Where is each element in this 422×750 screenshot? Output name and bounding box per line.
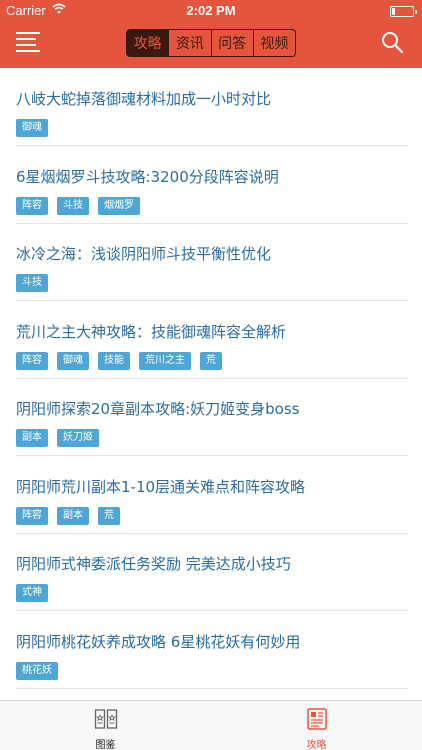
- app-header: Carrier 2:02 PM 攻略 资讯 问答 视频: [0, 0, 422, 68]
- article-tags: 桃花妖: [16, 661, 58, 680]
- article-item[interactable]: 阴阳师荒川副本1-10层通关难点和阵容攻略 阵容 副本荒: [0, 456, 422, 534]
- article-title[interactable]: 阴阳师荒川副本1-10层通关难点和阵容攻略: [16, 476, 305, 497]
- tag-badge[interactable]: 御魂: [16, 119, 48, 137]
- article-title[interactable]: 八岐大蛇掉落御魂材料加成一小时对比: [16, 88, 271, 109]
- tab-label: 资讯: [175, 36, 204, 52]
- tabbar-label: 攻略: [306, 740, 327, 750]
- divider: [16, 687, 408, 689]
- category-tabs: 攻略 资讯 问答 视频: [126, 29, 296, 57]
- article-item[interactable]: 冰冷之海：浅谈阴阳师斗技平衡性优化 斗技: [0, 223, 422, 301]
- tabbar-item-guides[interactable]: 攻略: [211, 701, 422, 750]
- article-title[interactable]: 阴阳师式神委派任务奖励 完美达成小技巧: [16, 553, 291, 574]
- article-item[interactable]: 6星烟烟罗斗技攻略:3200分段阵容说明 阵容 斗技 烟烟罗: [0, 146, 422, 224]
- tab-news[interactable]: 资讯: [169, 30, 212, 56]
- article-item[interactable]: 荒川之主大神攻略：技能御魂阵容全解析 阵容 御魂 技能 荒川之主荒: [0, 301, 422, 379]
- tag-badge[interactable]: 荒: [200, 351, 222, 370]
- tag-badge[interactable]: 副本: [16, 429, 48, 447]
- article-item[interactable]: 阴阳师探索20章副本攻略:妖刀姬变身boss 副本 妖刀姬: [0, 378, 422, 456]
- article-tags: 御魂: [16, 119, 48, 137]
- hamburger-menu-icon[interactable]: [16, 30, 46, 52]
- article-item[interactable]: 阴阳师桃花妖养成攻略 6星桃花妖有何妙用 桃花妖: [0, 611, 422, 689]
- tag-badge[interactable]: 副本: [57, 506, 89, 525]
- tag-badge[interactable]: 斗技: [57, 196, 89, 215]
- tabbar-label: 图鉴: [95, 740, 116, 750]
- article-tags: 阵容 斗技 烟烟罗: [16, 196, 140, 215]
- tag-badge[interactable]: 式神: [16, 584, 48, 602]
- article-title[interactable]: 阴阳师探索20章副本攻略:妖刀姬变身boss: [16, 398, 299, 419]
- tab-label: 视频: [260, 36, 289, 52]
- tab-videos[interactable]: 视频: [254, 30, 295, 56]
- article-tags: 式神: [16, 584, 48, 602]
- tab-qa[interactable]: 问答: [212, 30, 254, 56]
- article-tags: 阵容 御魂 技能 荒川之主荒: [16, 351, 222, 370]
- article-tags: 副本 妖刀姬: [16, 429, 99, 447]
- tag-badge[interactable]: 阵容: [16, 351, 48, 370]
- tag-badge[interactable]: 烟烟罗: [98, 196, 140, 215]
- article-tags: 阵容 副本荒: [16, 506, 120, 525]
- article-list: 八岐大蛇掉落御魂材料加成一小时对比 御魂 6星烟烟罗斗技攻略:3200分段阵容说明阵…: [0, 68, 422, 700]
- clock: 2:02 PM: [186, 3, 236, 18]
- battery-icon: [390, 6, 417, 17]
- newspaper-icon: [305, 707, 329, 731]
- search-icon[interactable]: [380, 30, 404, 54]
- tab-label: 攻略: [133, 36, 162, 52]
- tab-label: 问答: [218, 36, 247, 52]
- tag-badge[interactable]: 御魂: [57, 351, 89, 370]
- article-title[interactable]: 冰冷之海：浅谈阴阳师斗技平衡性优化: [16, 243, 271, 264]
- article-title[interactable]: 阴阳师桃花妖养成攻略 6星桃花妖有何妙用: [16, 631, 300, 652]
- status-bar: Carrier 2:02 PM: [0, 0, 422, 22]
- tag-badge[interactable]: 荒: [98, 506, 120, 525]
- bottom-tab-bar: 图鉴 攻略: [0, 700, 422, 750]
- tag-badge[interactable]: 斗技: [16, 274, 48, 292]
- tag-badge[interactable]: 荒川之主: [139, 351, 191, 370]
- article-item[interactable]: 八岐大蛇掉落御魂材料加成一小时对比 御魂: [0, 68, 422, 146]
- article-title[interactable]: 荒川之主大神攻略：技能御魂阵容全解析: [16, 321, 286, 342]
- tag-badge[interactable]: 桃花妖: [16, 661, 58, 680]
- article-title[interactable]: 6星烟烟罗斗技攻略:3200分段阵容说明: [16, 166, 279, 187]
- tag-badge[interactable]: 阵容: [16, 506, 48, 525]
- cards-icon: [94, 707, 118, 731]
- tag-badge[interactable]: 阵容: [16, 196, 48, 215]
- tab-guides[interactable]: 攻略: [127, 30, 170, 56]
- article-tags: 斗技: [16, 274, 48, 292]
- article-item[interactable]: 阴阳师式神委派任务奖励 完美达成小技巧 式神: [0, 533, 422, 611]
- tabbar-item-catalog[interactable]: 图鉴: [0, 701, 211, 750]
- tag-badge[interactable]: 技能: [98, 351, 130, 370]
- tag-badge[interactable]: 妖刀姬: [57, 429, 99, 447]
